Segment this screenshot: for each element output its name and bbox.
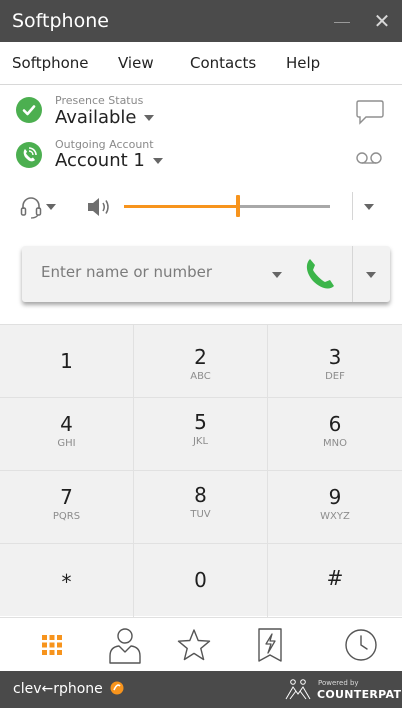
nav-contacts[interactable] xyxy=(91,618,158,672)
account-row: Outgoing Account Account 1 xyxy=(0,136,402,180)
chevron-down-icon xyxy=(144,115,155,121)
close-button[interactable]: ✕ xyxy=(362,0,402,42)
key-7[interactable]: 7 PQRS xyxy=(0,471,134,544)
keypad: 1 2 ABC 3 DEF 4 GHI 5 JKL 6 MNO 7 PQRS 8 TUV 9 W… xyxy=(0,324,402,617)
call-button[interactable] xyxy=(303,256,337,296)
key-letters: DEF xyxy=(325,371,345,382)
dial-divider xyxy=(352,246,353,302)
key-digit: 4 xyxy=(60,412,73,436)
chat-icon[interactable] xyxy=(355,98,385,130)
key-4[interactable]: 4 GHI xyxy=(0,398,134,471)
volume-slider-track[interactable] xyxy=(238,205,330,208)
presence-available-icon xyxy=(16,97,42,123)
menu-contacts[interactable]: Contacts xyxy=(190,54,256,72)
key-2[interactable]: 2 ABC xyxy=(134,325,268,398)
title-bar: Softphone ✕ xyxy=(0,0,402,42)
key-letters: MNO xyxy=(323,438,347,449)
key-letters: GHI xyxy=(57,438,76,449)
key-0[interactable]: 0 xyxy=(134,544,268,617)
menu-softphone[interactable]: Softphone xyxy=(12,54,89,72)
brand-mark-icon xyxy=(110,681,124,695)
key-9[interactable]: 9 WXYZ xyxy=(268,471,402,544)
key-letters: WXYZ xyxy=(320,511,350,522)
key-8[interactable]: 8 TUV xyxy=(134,471,268,544)
audio-controls xyxy=(0,186,402,226)
key-digit: 3 xyxy=(328,345,342,369)
account-dropdown[interactable]: Account 1 xyxy=(55,150,163,171)
favorites-icon xyxy=(177,629,210,661)
account-value: Account 1 xyxy=(55,150,145,171)
minimize-icon xyxy=(334,21,350,23)
minimize-button[interactable] xyxy=(322,0,362,42)
presence-dropdown[interactable]: Available xyxy=(55,107,155,128)
key-digit: 0 xyxy=(194,568,207,592)
key-digit: 6 xyxy=(328,412,342,436)
brand-logo: clev←rphone xyxy=(13,681,124,697)
bottom-nav xyxy=(0,617,402,671)
volume-slider-thumb[interactable] xyxy=(236,195,240,217)
outgoing-account-icon xyxy=(16,142,42,168)
presence-value: Available xyxy=(55,107,137,128)
dial-input[interactable]: Enter name or number xyxy=(41,263,212,281)
key-digit: 1 xyxy=(60,349,73,373)
presence-label: Presence Status xyxy=(55,94,144,107)
nav-dialpad[interactable] xyxy=(18,618,85,672)
powered-by-label: Powered by xyxy=(318,679,359,687)
phone-icon xyxy=(306,259,334,289)
nav-history[interactable] xyxy=(327,618,394,672)
key-5[interactable]: 5 JKL xyxy=(134,398,268,471)
headset-icon[interactable] xyxy=(18,194,44,224)
audio-options-chevron-icon[interactable] xyxy=(364,204,374,210)
menu-bar: Softphone View Contacts Help xyxy=(0,42,402,84)
menu-help[interactable]: Help xyxy=(286,54,320,72)
presence-row: Presence Status Available xyxy=(0,90,402,136)
counterpath-label: COUNTERPATH xyxy=(317,688,402,701)
counterpath-logo-icon xyxy=(285,679,311,700)
volume-slider-fill xyxy=(124,205,238,208)
dial-input-box: Enter name or number xyxy=(22,246,390,302)
key-digit: 9 xyxy=(328,485,342,509)
key-digit: * xyxy=(61,570,72,594)
key-letters: TUV xyxy=(190,509,211,520)
menu-view[interactable]: View xyxy=(118,54,154,72)
brand-name: clev←rphone xyxy=(13,681,103,697)
key-digit: 8 xyxy=(194,483,207,507)
key-hash[interactable]: # xyxy=(268,544,402,617)
dialpad-icon xyxy=(41,635,62,655)
dial-history-chevron-icon[interactable] xyxy=(272,272,282,278)
audio-divider xyxy=(352,192,353,220)
call-options-chevron-icon[interactable] xyxy=(366,272,376,278)
key-6[interactable]: 6 MNO xyxy=(268,398,402,471)
key-digit: 7 xyxy=(60,485,73,509)
window-title: Softphone xyxy=(12,10,109,32)
key-letters: ABC xyxy=(190,371,211,382)
key-digit: 5 xyxy=(194,410,207,434)
chevron-down-icon xyxy=(152,158,163,164)
clock-icon xyxy=(344,629,377,661)
key-digit: # xyxy=(326,566,344,590)
voicemail-icon[interactable] xyxy=(356,150,382,169)
history-flag-icon xyxy=(257,628,282,662)
menu-divider xyxy=(0,84,402,85)
key-3[interactable]: 3 DEF xyxy=(268,325,402,398)
nav-favorites[interactable] xyxy=(160,618,227,672)
key-digit: 2 xyxy=(194,345,207,369)
key-letters: PQRS xyxy=(52,511,81,522)
audio-device-chevron-icon[interactable] xyxy=(46,204,56,210)
key-star[interactable]: * xyxy=(0,544,134,617)
speaker-icon[interactable] xyxy=(86,196,116,222)
key-1[interactable]: 1 xyxy=(0,325,134,398)
contacts-icon xyxy=(108,628,141,664)
key-letters: JKL xyxy=(192,436,209,447)
footer: clev←rphone Powered by COUNTERPATH xyxy=(0,671,402,708)
nav-history-flag[interactable] xyxy=(236,618,303,672)
